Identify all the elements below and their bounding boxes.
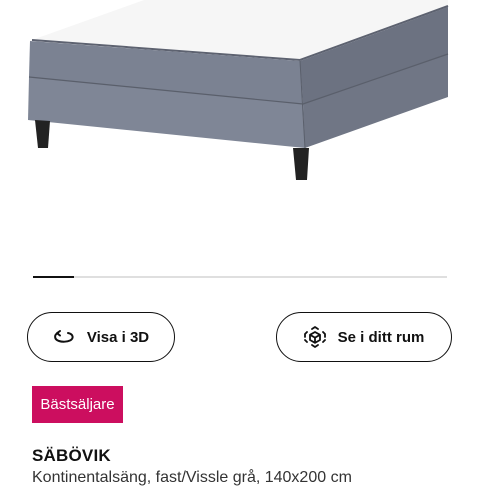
carousel-scrollbar[interactable]: [33, 276, 447, 278]
product-description: Kontinentalsäng, fast/Vissle grå, 140x20…: [32, 469, 352, 486]
view-in-room-button[interactable]: Se i ditt rum: [276, 312, 452, 362]
view-3d-button[interactable]: Visa i 3D: [27, 312, 175, 362]
view-3d-label: Visa i 3D: [86, 328, 150, 346]
rotate-3d-icon: [53, 326, 75, 348]
product-image[interactable]: [0, 0, 480, 260]
bed-leg-front-left: [35, 120, 50, 148]
ar-cube-icon: [303, 326, 326, 348]
product-name: SÄBÖVIK: [32, 446, 111, 465]
carousel-progress-indicator[interactable]: [33, 276, 74, 278]
bed-leg-front-right: [293, 148, 309, 180]
view-in-room-label: Se i ditt rum: [337, 328, 425, 346]
bestseller-badge: Bästsäljare: [32, 386, 123, 423]
